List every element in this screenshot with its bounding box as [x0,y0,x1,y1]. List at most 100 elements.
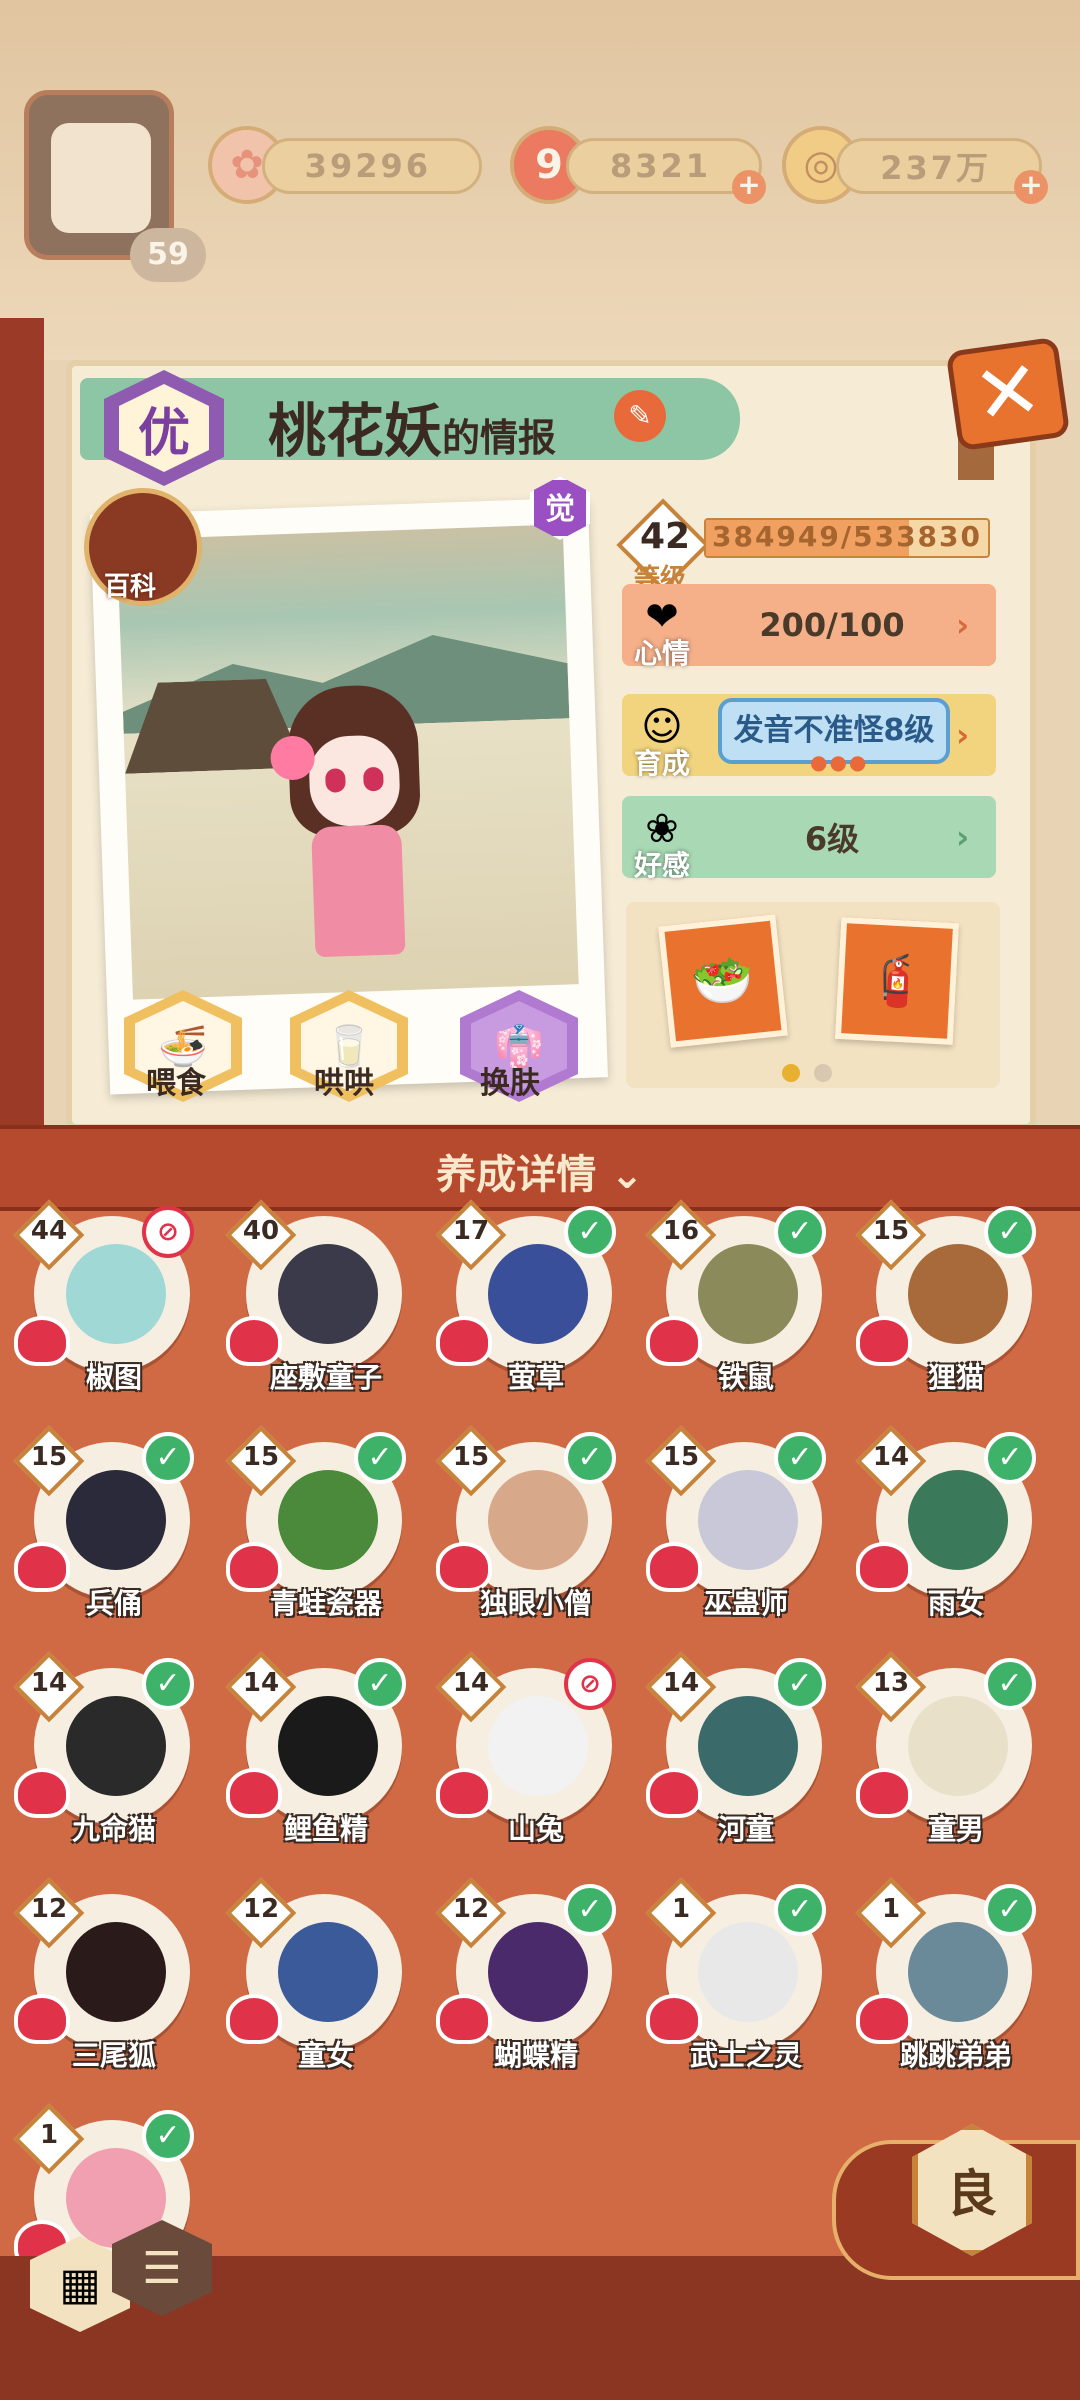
favorite-food-card[interactable]: 🥗 [657,914,789,1048]
level-number: 42 [640,516,691,557]
card-level: 12 [30,1894,68,1924]
card-name: 童女 [297,2039,354,2072]
card-name: 武士之灵 [689,2039,802,2072]
chevron-right-icon: › [956,716,970,754]
favorite-item-card[interactable]: 🧯 [834,916,960,1046]
shikigami-card[interactable]: 17 ✓ 萤草 [435,1199,616,1416]
check-icon: ✓ [564,1206,616,1258]
shikigami-head [908,1696,1008,1796]
card-level: 1 [881,1894,901,1924]
detail-bar-label[interactable]: 养成详情 ⌄ [0,1142,1080,1200]
shikigami-head [698,1696,798,1796]
shikigami-card[interactable]: 14 ✓ 河童 [645,1651,826,1868]
feed-label: 喂食 [146,1066,206,1101]
list-icon: ☰ [142,2242,182,2294]
shikigami-card[interactable]: 12 ✓ 蝴蝶精 [435,1877,616,2094]
nurture-label: 育成 [634,747,691,780]
card-name: 蝴蝶精 [493,2039,578,2072]
card-level: 1 [671,1894,691,1924]
shikigami-head [278,1244,378,1344]
card-level: 40 [242,1216,280,1246]
shikigami-card[interactable]: 12 三尾狐 [13,1877,194,2094]
check-icon: ✓ [354,1658,406,1710]
check-icon: ✓ [774,1658,826,1710]
check-icon: ✓ [984,1206,1036,1258]
card-level: 14 [662,1668,700,1698]
shikigami-card[interactable]: 1 ✓ 武士之灵 [645,1877,826,2094]
shikigami-card[interactable]: 44 ⊘ 椒图 [13,1199,194,1416]
mood-row[interactable]: ❤ 心情 200/100 › [622,584,996,670]
card-level: 14 [30,1668,68,1698]
shikigami-card[interactable]: 12 童女 [225,1877,406,2094]
card-name: 山兔 [507,1813,564,1846]
shikigami-card[interactable]: 16 ✓ 铁鼠 [645,1199,826,1416]
shikigami-card[interactable]: 14 ✓ 鲤鱼精 [225,1651,406,1868]
affection-row[interactable]: ❀ 好感 6级 › [622,796,996,882]
shikigami-head [698,1244,798,1344]
shikigami-model[interactable] [269,673,436,978]
shikigami-head [488,1470,588,1570]
fire-hydrant-icon: 🧯 [864,949,930,1012]
close-button[interactable]: ✕ [945,336,1071,452]
card-level: 13 [872,1668,910,1698]
check-icon: ✓ [354,1432,406,1484]
check-icon: ✓ [984,1884,1036,1936]
check-icon: ✓ [984,1432,1036,1484]
card-name: 铁鼠 [717,1361,774,1394]
shikigami-head [66,1922,166,2022]
shikigami-card[interactable]: 40 座敷童子 [225,1199,406,1416]
shikigami-card[interactable]: 13 ✓ 童男 [855,1651,1036,1868]
card-name: 三尾狐 [71,2039,156,2072]
coax-label: 哄哄 [314,1066,374,1101]
shikigami-head [278,1922,378,2022]
chevron-right-icon: › [956,606,970,644]
page-title: 桃花妖的情报 [268,384,556,468]
page-dot-active[interactable] [782,1064,800,1082]
shikigami-head [488,1696,588,1796]
shikigami-head [698,1470,798,1570]
card-level: 1 [39,2120,59,2150]
encyclopedia-label: 百科 [104,572,157,602]
card-name: 鲤鱼精 [283,1813,368,1846]
shikigami-card[interactable]: 14 ✓ 雨女 [855,1425,1036,1642]
page-dot[interactable] [814,1064,832,1082]
card-level: 44 [30,1216,68,1246]
shikigami-card[interactable]: 15 ✓ 兵俑 [13,1425,194,1642]
shikigami-card[interactable]: 15 ✓ 独眼小僧 [435,1425,616,1642]
grid-icon: ▦ [59,2258,101,2310]
shikigami-card[interactable]: 14 ⊘ 山兔 [435,1651,616,1868]
check-icon: ✓ [564,1432,616,1484]
no-entry-icon: ⊘ [142,1206,194,1258]
shikigami-head [278,1470,378,1570]
book-spine [0,318,44,1128]
affection-value: 6级 [804,820,860,858]
model-eye-left [325,768,346,793]
card-name: 跳跳弟弟 [899,2039,1012,2072]
card-name: 雨女 [927,1587,984,1620]
shikigami-head [488,1922,588,2022]
check-icon: ✓ [142,1658,194,1710]
talent-dots: ●●● [810,750,869,774]
no-entry-icon: ⊘ [564,1658,616,1710]
card-level: 15 [242,1442,280,1472]
card-name: 巫蛊师 [703,1587,788,1620]
check-icon: ✓ [774,1884,826,1936]
shikigami-card[interactable]: 15 ✓ 巫蛊师 [645,1425,826,1642]
shikigami-card[interactable]: 1 ✓ 跳跳弟弟 [855,1877,1036,2094]
salad-bowl-icon: 🥗 [688,948,757,1013]
shikigami-head [278,1696,378,1796]
model-face [307,734,402,828]
card-level: 16 [662,1216,700,1246]
model-eye-right [363,766,384,792]
exp-text: 384949/533830 [711,520,982,553]
card-level: 14 [452,1668,490,1698]
shikigami-card[interactable]: 15 ✓ 青蛙瓷器 [225,1425,406,1642]
title-suffix: 的情报 [442,416,557,460]
close-icon: ✕ [968,341,1048,444]
shikigami-card[interactable]: 15 ✓ 狸猫 [855,1199,1036,1416]
shikigami-head [908,1922,1008,2022]
card-level: 15 [30,1442,68,1472]
card-level: 12 [452,1894,490,1924]
edit-icon[interactable]: ✎ [614,390,666,442]
shikigami-card[interactable]: 14 ✓ 九命猫 [13,1651,194,1868]
